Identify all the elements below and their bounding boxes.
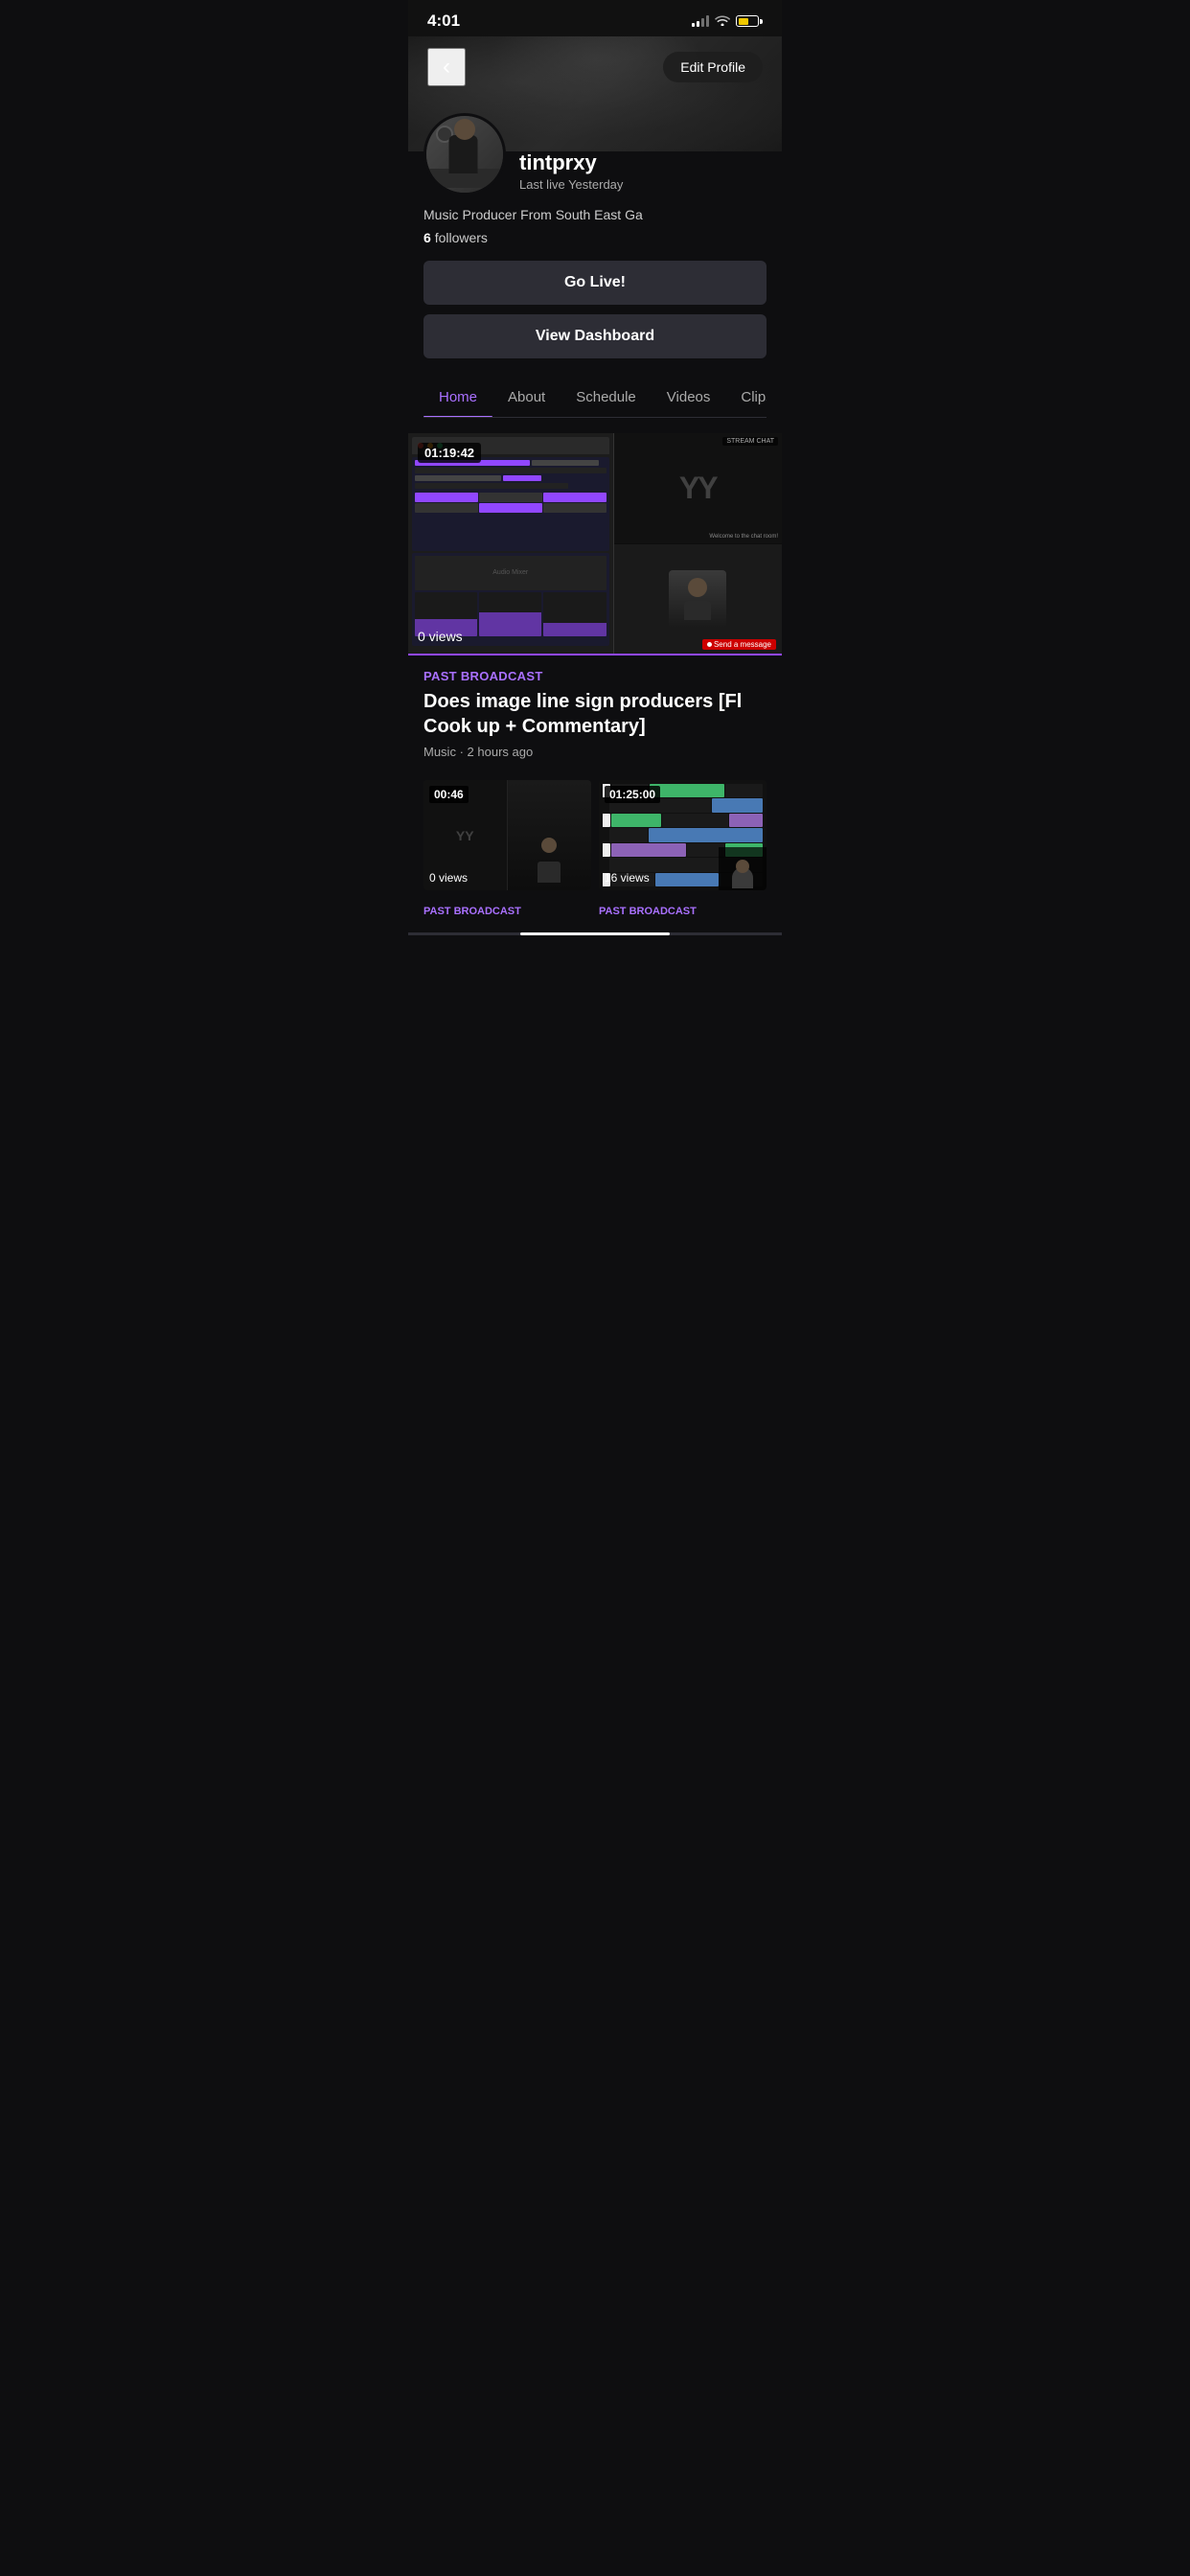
stream-left-panel: Audio Mixer bbox=[408, 433, 614, 654]
video-row: YY 00:46 0 views bbox=[408, 780, 782, 906]
scroll-thumb bbox=[520, 932, 670, 935]
past-broadcast-section: Past Broadcast Does image line sign prod… bbox=[408, 654, 782, 780]
broadcast-meta: Music · 2 hours ago bbox=[423, 745, 767, 759]
broadcast-time-ago: 2 hours ago bbox=[468, 745, 534, 759]
followers-number: 6 bbox=[423, 230, 431, 245]
video-2-duration: 01:25:00 bbox=[605, 786, 660, 803]
wifi-icon bbox=[715, 14, 730, 29]
status-bar: 4:01 bbox=[408, 0, 782, 36]
video-1-duration: 00:46 bbox=[429, 786, 469, 803]
bottom-label-2: Past Broadcast bbox=[599, 906, 767, 917]
signal-icon bbox=[692, 15, 709, 27]
stream-views: 0 views bbox=[418, 629, 463, 644]
past-broadcast-label: Past Broadcast bbox=[423, 669, 767, 683]
video-thumb-1[interactable]: YY 00:46 0 views bbox=[423, 780, 591, 890]
back-button[interactable]: ‹ bbox=[427, 48, 466, 86]
tab-about[interactable]: About bbox=[492, 378, 561, 417]
scroll-indicator bbox=[408, 932, 782, 935]
tabs: Home About Schedule Videos Clips bbox=[423, 378, 767, 418]
followers-count: 6 followers bbox=[423, 230, 767, 245]
broadcast-title: Does image line sign producers [Fl Cook … bbox=[423, 689, 767, 739]
last-live-status: Last live Yesterday bbox=[519, 177, 623, 192]
video-thumb-2[interactable]: 01:25:00 16 views bbox=[599, 780, 767, 890]
tab-home[interactable]: Home bbox=[423, 378, 492, 417]
profile-name-block: tintprxy Last live Yesterday bbox=[519, 150, 623, 196]
bio: Music Producer From South East Ga bbox=[423, 207, 767, 222]
view-dashboard-button[interactable]: View Dashboard bbox=[423, 314, 767, 358]
battery-icon bbox=[736, 15, 763, 27]
status-icons bbox=[692, 14, 763, 29]
tab-schedule[interactable]: Schedule bbox=[561, 378, 652, 417]
more-broadcasts: Past Broadcast Past Broadcast bbox=[408, 906, 782, 932]
tab-clips[interactable]: Clips bbox=[725, 378, 767, 417]
stream-duration: 01:19:42 bbox=[418, 443, 481, 463]
video-1-views: 0 views bbox=[429, 871, 468, 885]
featured-stream[interactable]: Audio Mixer bbox=[408, 433, 782, 654]
profile-section: tintprxy Last live Yesterday Music Produ… bbox=[408, 113, 782, 433]
avatar bbox=[423, 113, 506, 196]
stream-right-panel: YY STREAM CHAT Welcome to the chat room!… bbox=[614, 433, 783, 654]
bottom-label-1: Past Broadcast bbox=[423, 906, 591, 917]
followers-label: followers bbox=[435, 230, 488, 245]
tab-videos[interactable]: Videos bbox=[652, 378, 726, 417]
broadcast-category: Music bbox=[423, 745, 456, 759]
username: tintprxy bbox=[519, 150, 623, 175]
video-2-views: 16 views bbox=[605, 871, 650, 885]
status-time: 4:01 bbox=[427, 12, 460, 31]
main-content: Audio Mixer bbox=[408, 433, 782, 932]
header-nav: ‹ Edit Profile bbox=[408, 36, 782, 98]
go-live-button[interactable]: Go Live! bbox=[423, 261, 767, 305]
edit-profile-button[interactable]: Edit Profile bbox=[663, 52, 763, 82]
broadcast-separator: · bbox=[460, 745, 468, 759]
